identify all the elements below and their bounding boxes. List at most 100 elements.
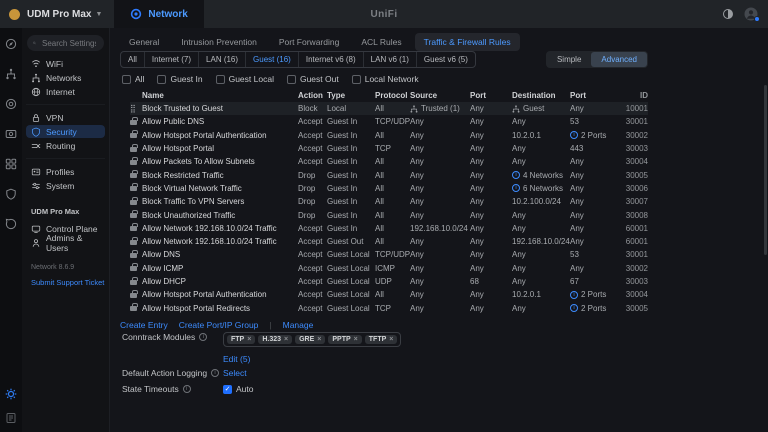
sidebar-item-networks[interactable]: Networks — [26, 71, 105, 84]
applications-icon[interactable] — [5, 158, 17, 170]
info-icon[interactable] — [512, 171, 520, 179]
settings-sidebar: WiFi Networks Internet VPN Security — [22, 28, 110, 432]
table-row[interactable]: Block Traffic To VPN Servers Drop Guest … — [130, 195, 648, 208]
sidebar-item-internet[interactable]: Internet — [26, 85, 105, 98]
table-row[interactable]: Allow DNS Accept Guest Local TCP/UDP Any… — [130, 248, 648, 261]
table-row[interactable]: ⣿ Block Trusted to Guest Block Local All… — [130, 102, 648, 115]
rule-set-filter-segment[interactable]: LAN v6 (1) — [363, 52, 416, 67]
devices-icon[interactable] — [5, 98, 17, 110]
create-port-ip-group-link[interactable]: Create Port/IP Group — [179, 320, 259, 330]
table-row[interactable]: Allow Public DNS Accept Guest In TCP/UDP… — [130, 115, 648, 128]
create-entry-link[interactable]: Create Entry — [120, 320, 168, 330]
type-filter-checkbox[interactable]: Local Network — [352, 74, 419, 84]
rule-action: Drop — [298, 211, 327, 220]
table-row[interactable]: Allow Packets To Allow Subnets Accept Gu… — [130, 155, 648, 168]
rule-set-filter-segment[interactable]: All — [121, 52, 144, 67]
sidebar-item-vpn[interactable]: VPN — [26, 111, 105, 124]
sidebar-item-routing[interactable]: Routing — [26, 139, 105, 152]
dashboard-icon[interactable] — [5, 38, 17, 50]
table-row[interactable]: Allow Network 192.168.10.0/24 Traffic Ac… — [130, 222, 648, 235]
table-row[interactable]: Allow DHCP Accept Guest Local UDP Any 68 — [130, 275, 648, 288]
tab[interactable]: Traffic & Firewall Rules — [415, 33, 520, 51]
rule-set-filter-segment[interactable]: Guest (16) — [245, 52, 298, 67]
table-row[interactable]: Block Unauthorized Traffic Drop Guest In… — [130, 208, 648, 221]
checkbox-icon[interactable] — [216, 75, 225, 84]
conntrack-module-chip[interactable]: GRE × — [295, 335, 325, 344]
auto-checkbox-checked[interactable] — [223, 385, 232, 394]
type-filter-checkbox[interactable]: Guest Local — [216, 74, 274, 84]
type-filter-checkbox[interactable]: Guest In — [157, 74, 202, 84]
tab[interactable]: General — [120, 33, 168, 51]
rule-set-filter-segment[interactable]: LAN (16) — [198, 52, 245, 67]
table-row[interactable]: Allow ICMP Accept Guest Local ICMP Any A… — [130, 262, 648, 275]
info-icon[interactable] — [570, 291, 578, 299]
tab[interactable]: Intrusion Prevention — [172, 33, 266, 51]
info-icon[interactable] — [512, 184, 520, 192]
sidebar-item-security[interactable]: Security — [26, 125, 105, 138]
drag-handle-icon[interactable]: ⣿ — [130, 104, 136, 113]
submit-support-ticket-link[interactable]: Submit Support Ticket — [22, 278, 109, 287]
info-icon[interactable] — [183, 385, 191, 393]
rule-set-filter-segment[interactable]: Guest v6 (5) — [416, 52, 475, 67]
notifications-icon[interactable] — [5, 218, 17, 230]
info-icon[interactable] — [199, 333, 207, 341]
search-input[interactable] — [40, 38, 98, 49]
tab[interactable]: Port Forwarding — [270, 33, 348, 51]
table-row[interactable]: Allow Hotspot Portal Authentication Acce… — [130, 129, 648, 142]
sidebar-item-profiles[interactable]: Profiles — [26, 165, 105, 178]
checkbox-icon[interactable] — [157, 75, 166, 84]
conntrack-module-chip[interactable]: FTP × — [227, 335, 255, 344]
table-row[interactable]: Allow Hotspot Portal Accept Guest In TCP… — [130, 142, 648, 155]
system-log-icon[interactable] — [5, 412, 17, 424]
theme-toggle-icon[interactable] — [722, 8, 734, 20]
type-filter-checkbox[interactable]: All — [122, 74, 144, 84]
conntrack-module-chip[interactable]: PPTP × — [328, 335, 361, 344]
info-icon[interactable] — [570, 131, 578, 139]
checkbox-icon[interactable] — [352, 75, 361, 84]
rule-set-filter-segment[interactable]: Internet (7) — [144, 52, 198, 67]
conntrack-modules-input[interactable]: FTP × H.323 × GRE × PPTP — [223, 332, 401, 347]
table-row[interactable]: Block Restricted Traffic Drop Guest In A… — [130, 168, 648, 181]
remove-icon[interactable]: × — [389, 336, 393, 343]
network-app-tab[interactable]: Network — [114, 0, 203, 28]
avatar[interactable] — [744, 7, 758, 21]
clients-icon[interactable] — [5, 128, 17, 140]
sidebar-item-wifi[interactable]: WiFi — [26, 57, 105, 70]
info-icon[interactable] — [570, 304, 578, 312]
table-row[interactable]: Allow Network 192.168.10.0/24 Traffic Ac… — [130, 235, 648, 248]
table-row[interactable]: Block Virtual Network Traffic Drop Guest… — [130, 182, 648, 195]
type-filter-checkbox[interactable]: Guest Out — [287, 74, 339, 84]
unifi-console-logo-icon[interactable] — [9, 9, 20, 20]
edit-modules-link[interactable]: Edit (5) — [223, 354, 250, 364]
conntrack-module-chip[interactable]: H.323 × — [258, 335, 292, 344]
sidebar-item-system[interactable]: System — [26, 179, 105, 192]
select-logging-link[interactable]: Select — [223, 368, 247, 378]
checkbox-icon[interactable] — [122, 75, 131, 84]
rule-protocol: TCP — [375, 144, 410, 153]
checkbox-icon[interactable] — [287, 75, 296, 84]
insights-icon[interactable] — [5, 188, 17, 200]
table-row[interactable]: Allow Hotspot Portal Authentication Acce… — [130, 288, 648, 301]
remove-icon[interactable]: × — [284, 336, 288, 343]
info-icon[interactable] — [211, 369, 219, 377]
tab[interactable]: ACL Rules — [352, 33, 410, 51]
settings-gear-icon[interactable] — [5, 388, 17, 400]
vertical-scrollbar[interactable] — [764, 85, 767, 255]
settings-search[interactable] — [27, 35, 104, 51]
remove-icon[interactable]: × — [354, 336, 358, 343]
rule-set-filter-segment[interactable]: Internet v6 (8) — [298, 52, 363, 67]
row-handle-cell — [130, 303, 142, 313]
row-handle-cell — [130, 117, 142, 127]
chevron-down-icon[interactable]: ▼ — [95, 11, 102, 18]
person-icon — [31, 238, 41, 248]
simple-view-button[interactable]: Simple — [547, 52, 591, 67]
console-name[interactable]: UDM Pro Max — [27, 9, 91, 20]
conntrack-module-chip[interactable]: TFTP × — [365, 335, 398, 344]
advanced-view-button[interactable]: Advanced — [591, 52, 647, 67]
topology-icon[interactable] — [5, 68, 17, 80]
table-row[interactable]: Allow Hotspot Portal Redirects Accept Gu… — [130, 301, 648, 314]
manage-link[interactable]: Manage — [283, 320, 314, 330]
sidebar-item-admins-users[interactable]: Admins & Users — [26, 236, 105, 249]
remove-icon[interactable]: × — [317, 336, 321, 343]
remove-icon[interactable]: × — [247, 336, 251, 343]
